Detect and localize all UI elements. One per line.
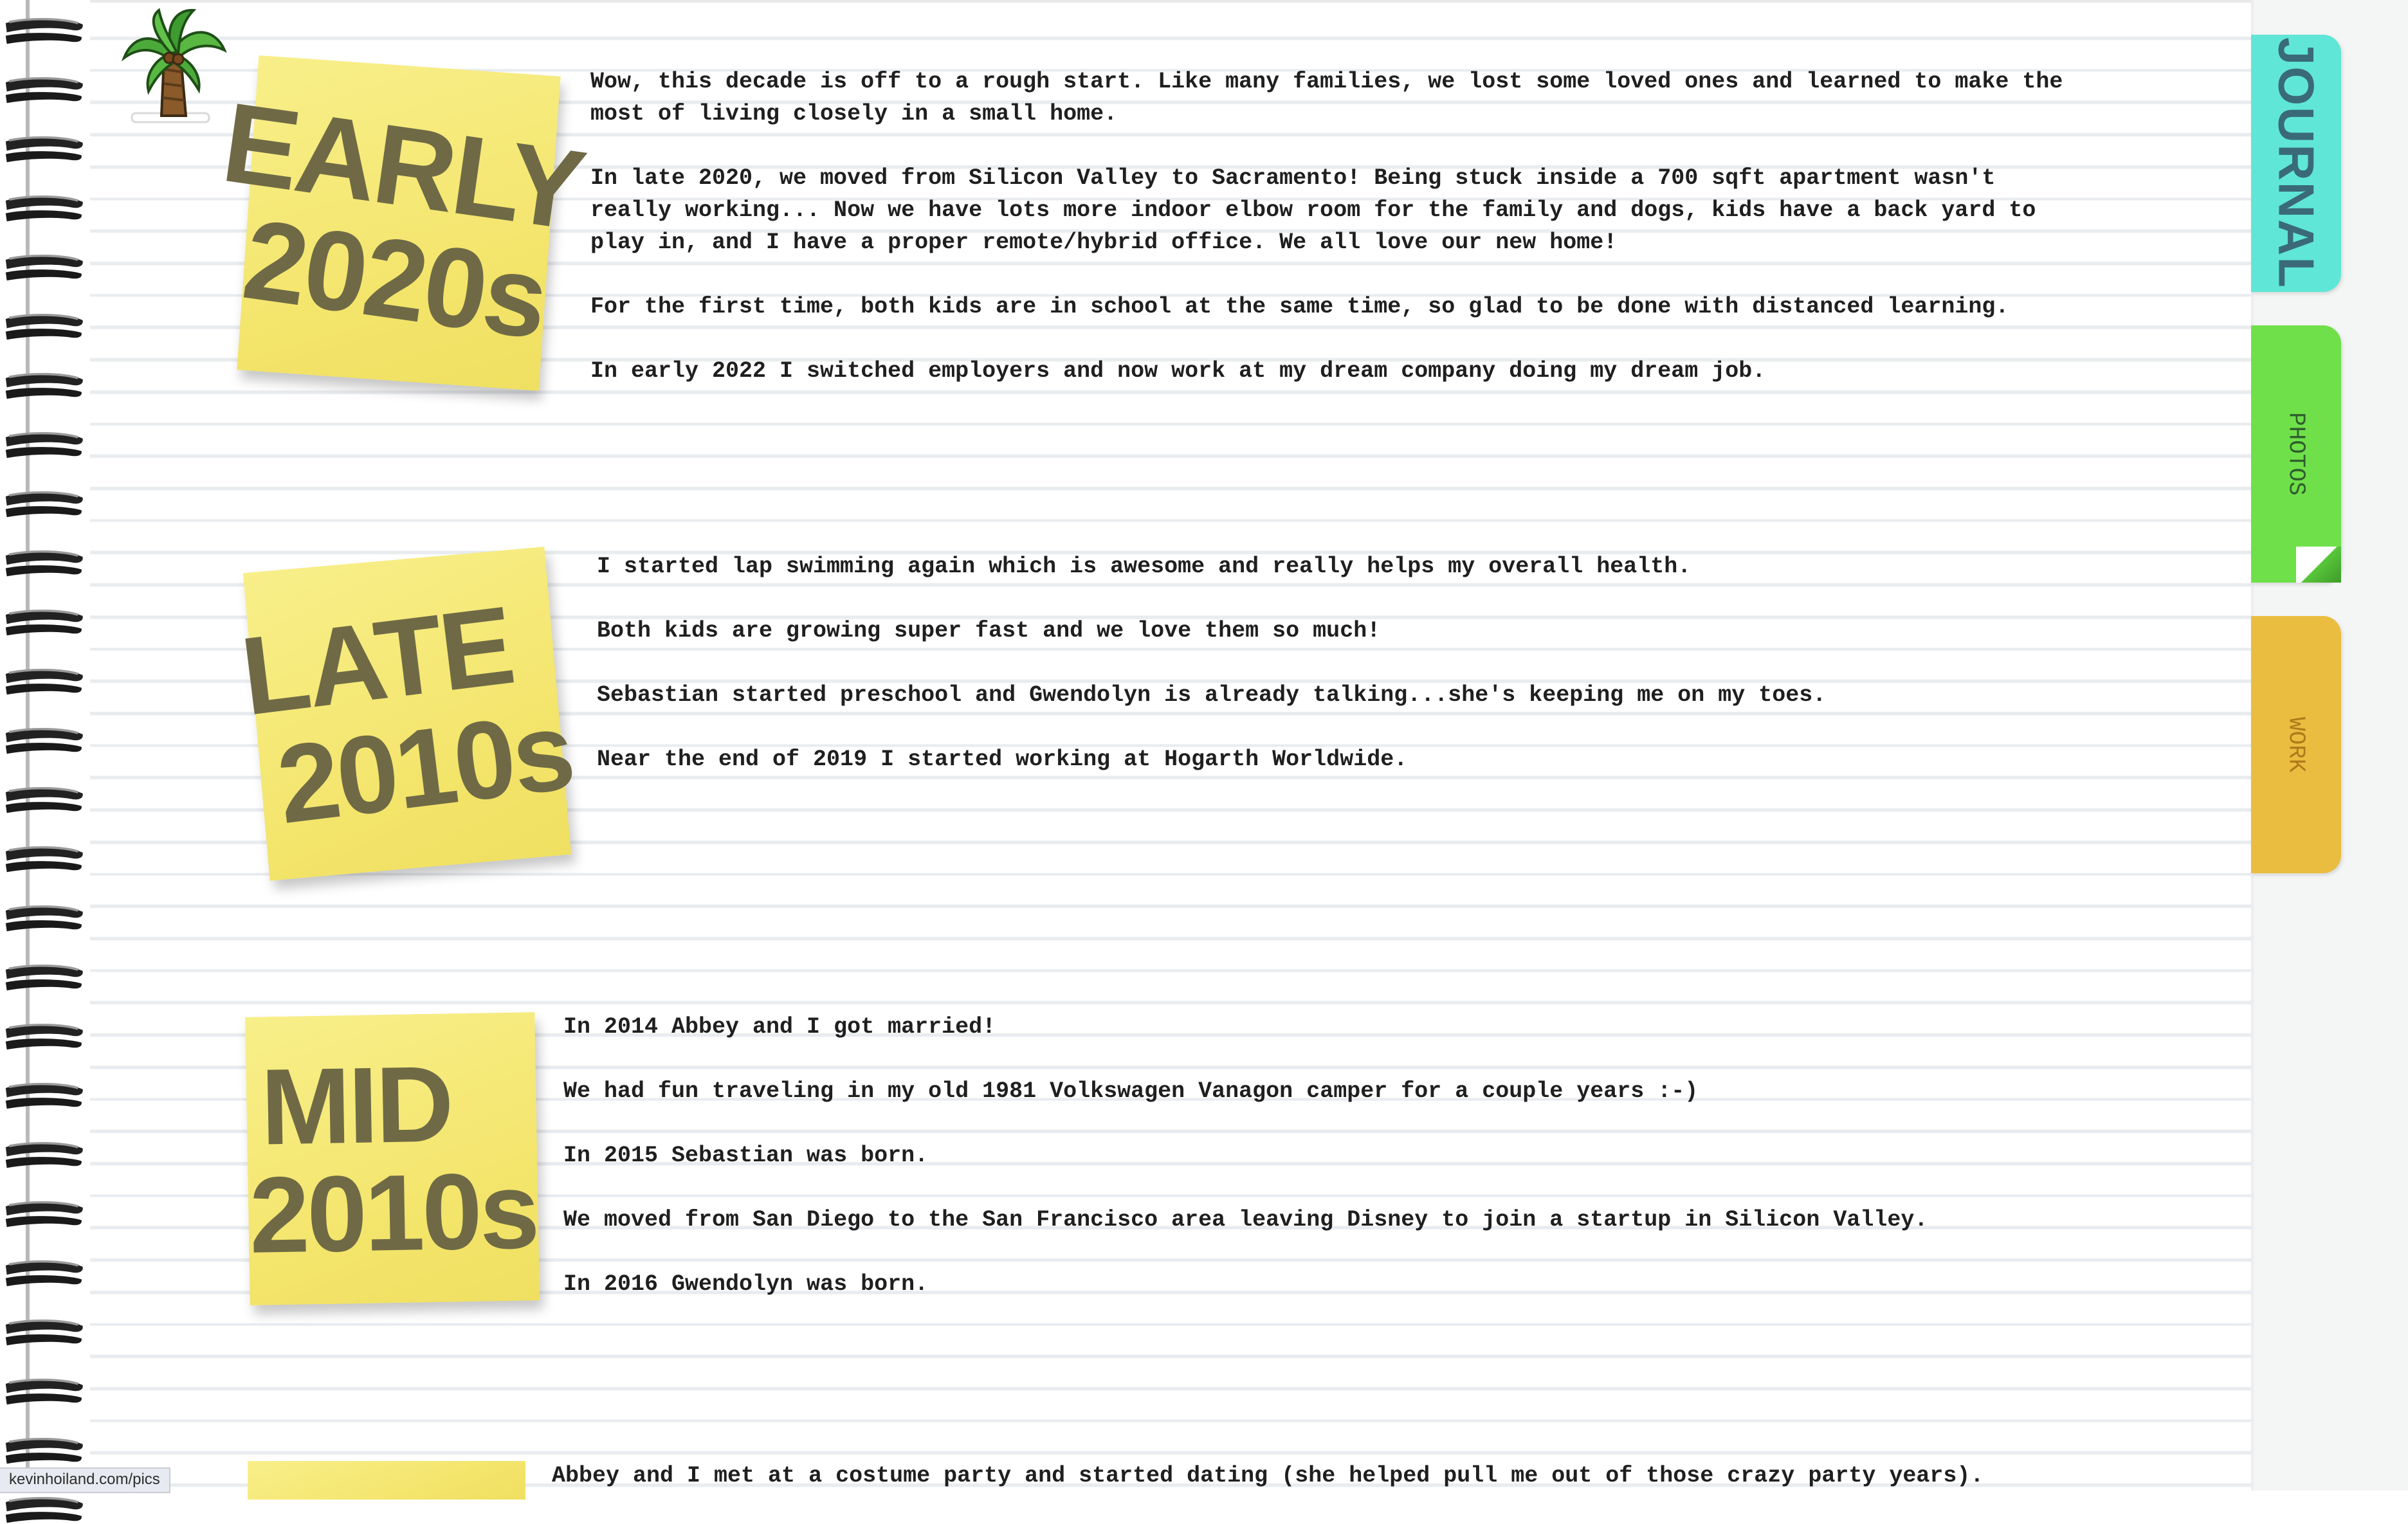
binding-ring [5, 668, 83, 695]
paragraph: For the first time, both kids are in sch… [590, 294, 2009, 320]
binding-ring [5, 1437, 83, 1464]
tab-work-label: WORK [2283, 716, 2310, 773]
paragraph: In 2015 Sebastian was born. [563, 1143, 929, 1168]
paragraph: Abbey and I met at a costume party and s… [552, 1463, 1984, 1489]
spiral-binding-icon [0, 0, 93, 1523]
binding-ring [5, 1378, 83, 1405]
binding-ring [5, 1141, 83, 1168]
binding-ring [5, 1023, 83, 1050]
paragraph: Both kids are growing super fast and we … [597, 618, 1381, 644]
tab-work[interactable]: WORK [2251, 616, 2341, 873]
binding-ring [5, 77, 83, 104]
sticky-note-next-section [248, 1461, 525, 1500]
paragraph: In early 2022 I switched employers and n… [590, 358, 1766, 384]
tab-photos[interactable]: PHOTOS [2251, 325, 2341, 583]
sticky-note-late-2010s: LATE 2010s [235, 547, 579, 881]
binding-ring [5, 1319, 83, 1346]
binding-ring [5, 846, 83, 873]
paragraph: Sebastian started preschool and Gwendoly… [597, 682, 1827, 708]
sticky-note-early-2020s: EARLY 2020s [215, 55, 590, 391]
paragraph: We had fun traveling in my old 1981 Volk… [563, 1078, 1699, 1104]
section-mid-2010s: In 2014 Abbey and I got married! We had … [563, 1011, 2210, 1300]
paragraph: In late 2020, we moved from Silicon Vall… [590, 165, 2036, 255]
note-line-1: MID [259, 1043, 453, 1168]
binding-ring [5, 17, 83, 44]
binding-ring [5, 964, 83, 991]
binding-ring [5, 1260, 83, 1287]
binding-ring [5, 195, 83, 222]
paragraph: Wow, this decade is off to a rough start… [590, 69, 2063, 127]
binding-ring [5, 786, 83, 813]
binding-ring [5, 372, 83, 399]
tab-journal[interactable]: JOURNAL [2251, 35, 2341, 292]
page-curl-icon [2296, 547, 2341, 583]
binding-ring [5, 609, 83, 636]
paragraph: We moved from San Diego to the San Franc… [563, 1207, 1928, 1233]
binding-ring [5, 727, 83, 754]
sticky-note-mid-2010s: MID 2010s [245, 1012, 540, 1305]
paragraph: Near the end of 2019 I started working a… [597, 747, 1408, 772]
tab-journal-label: JOURNAL [2268, 37, 2325, 289]
note-line-2: 2010s [248, 1150, 538, 1276]
paragraph: In 2014 Abbey and I got married! [563, 1014, 996, 1040]
status-bar-url: kevinhoiland.com/pics [0, 1467, 170, 1493]
binding-ring [5, 431, 83, 458]
section-next: Abbey and I met at a costume party and s… [552, 1460, 2224, 1492]
tab-photos-label: PHOTOS [2283, 412, 2310, 496]
binding-ring [5, 491, 83, 518]
binding-ring [5, 254, 83, 281]
binding-ring [5, 313, 83, 340]
paragraph: I started lap swimming again which is aw… [597, 554, 1692, 579]
section-late-2010s: I started lap swimming again which is aw… [597, 550, 2218, 776]
binding-ring [5, 550, 83, 577]
paragraph: In 2016 Gwendolyn was born. [563, 1271, 929, 1297]
palm-tree-icon[interactable] [119, 5, 228, 127]
binding-ring [5, 1201, 83, 1228]
binding-ring [5, 1496, 83, 1523]
binding-ring [5, 136, 83, 163]
section-early-2020s: Wow, this decade is off to a rough start… [590, 66, 2211, 387]
binding-ring [5, 905, 83, 932]
binding-ring [5, 1082, 83, 1109]
